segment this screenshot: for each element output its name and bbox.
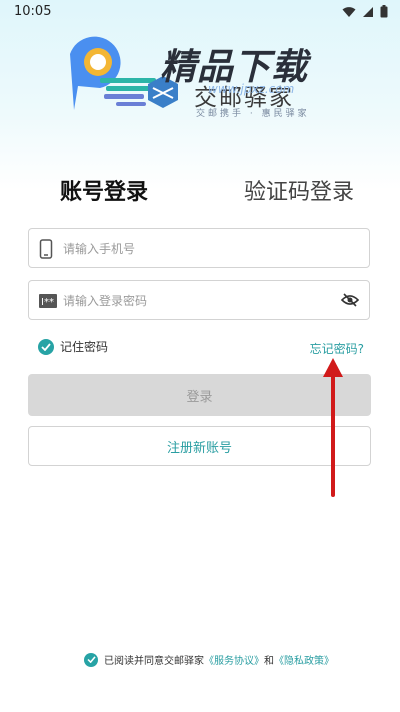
agreement-prefix: 已阅读并同意交邮驿家 bbox=[104, 656, 204, 667]
annotation-arrow-icon bbox=[323, 358, 343, 497]
password-input[interactable] bbox=[61, 290, 335, 312]
status-icons bbox=[342, 5, 388, 18]
agreement-row: 已阅读并同意交邮驿家 《服务协议》 和 《隐私政策》 bbox=[84, 652, 334, 667]
agreement-check-icon[interactable] bbox=[84, 652, 98, 667]
status-bar: 10:05 bbox=[0, 0, 400, 26]
logo-watermark: www.jpxz.com bbox=[208, 82, 295, 96]
svg-text:I**: I** bbox=[41, 297, 54, 308]
password-icon: I** bbox=[39, 294, 57, 308]
privacy-policy-link[interactable]: 《隐私政策》 bbox=[274, 652, 334, 667]
remember-password-label: 记住密码 bbox=[60, 340, 109, 354]
tab-account-login[interactable]: 账号登录 bbox=[60, 174, 148, 206]
phone-icon bbox=[39, 239, 53, 259]
tab-sms-login[interactable]: 验证码登录 bbox=[244, 174, 354, 206]
brand-logo: 精品下载 交邮驿家 www.jpxz.com 交邮携手 · 惠民驿家 bbox=[60, 28, 340, 138]
logo-tagline: 交邮携手 · 惠民驿家 bbox=[196, 109, 310, 119]
status-time: 10:05 bbox=[14, 4, 52, 19]
remember-password-toggle[interactable]: 记住密码 bbox=[38, 338, 108, 355]
password-field[interactable]: I** bbox=[28, 280, 370, 320]
check-icon[interactable] bbox=[38, 338, 54, 355]
service-agreement-link[interactable]: 《服务协议》 bbox=[204, 652, 264, 667]
signal-icon bbox=[363, 6, 373, 17]
agreement-and: 和 bbox=[264, 656, 274, 667]
wifi-icon bbox=[342, 6, 356, 17]
phone-field[interactable] bbox=[28, 228, 370, 268]
battery-icon bbox=[380, 5, 388, 18]
phone-input[interactable] bbox=[61, 238, 335, 260]
eye-off-icon[interactable] bbox=[341, 293, 359, 307]
